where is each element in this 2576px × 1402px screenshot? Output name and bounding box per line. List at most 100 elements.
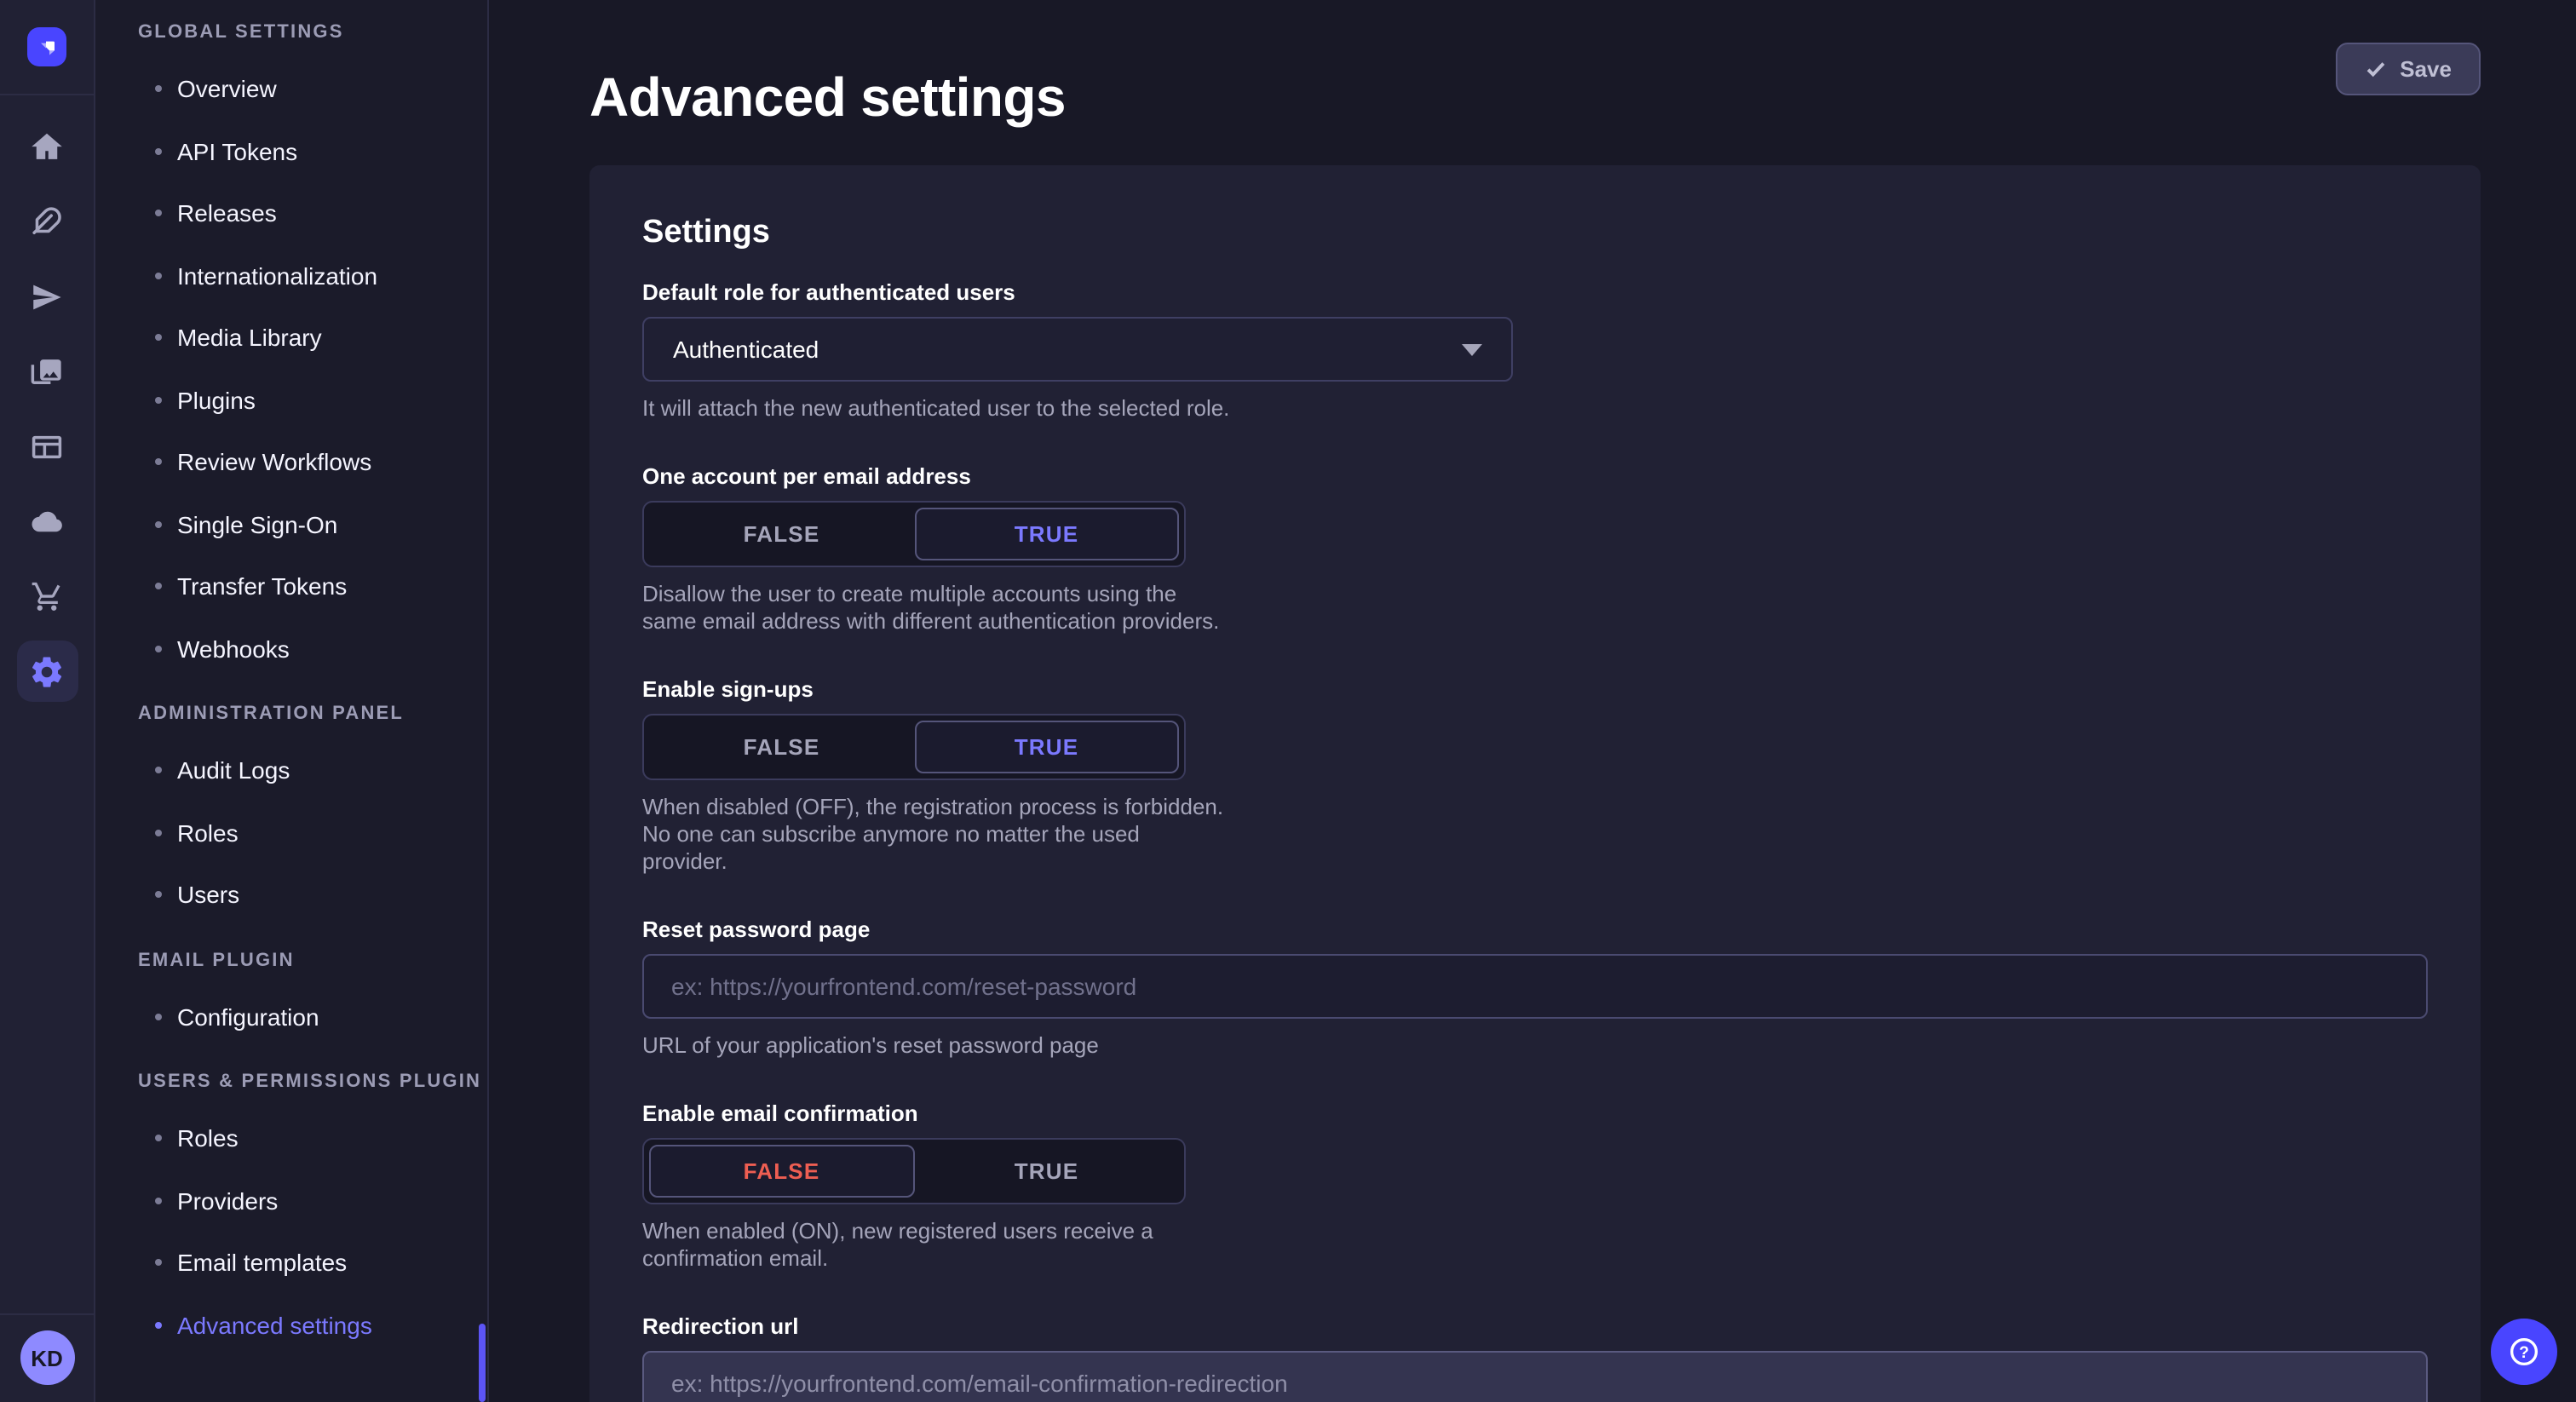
- toggle-option-enable-email-confirmation-false[interactable]: FALSE: [649, 1145, 914, 1198]
- rail-layout-icon[interactable]: [9, 409, 84, 484]
- field-hint-reset-password-page: URL of your application's reset password…: [642, 1032, 2428, 1060]
- sidebar-item-roles[interactable]: Roles: [138, 802, 487, 864]
- cart-icon: [29, 578, 65, 614]
- select-default-role[interactable]: Authenticated: [642, 317, 1513, 382]
- strapi-logo-icon[interactable]: [27, 27, 66, 66]
- sidebar-item-label: Review Workflows: [177, 449, 371, 476]
- bullet-icon: [155, 86, 162, 93]
- rail-feather-icon[interactable]: [9, 184, 84, 259]
- sidebar-item-plugins[interactable]: Plugins: [138, 369, 487, 431]
- rail-cloud-icon[interactable]: [9, 484, 84, 559]
- bullet-icon: [155, 210, 162, 217]
- sidebar-item-label: Plugins: [177, 387, 256, 414]
- save-button-label: Save: [2400, 56, 2452, 82]
- field-redirection-url: Redirection url: [642, 1313, 2428, 1402]
- feather-icon: [29, 204, 65, 239]
- sidebar-item-users[interactable]: Users: [138, 864, 487, 926]
- main-nav-rail: KD: [0, 0, 95, 1402]
- toggle-option-enable-sign-ups-false[interactable]: FALSE: [649, 721, 914, 773]
- nav-list: Overview API Tokens Releases Internationali…: [138, 58, 487, 680]
- bullet-icon: [155, 335, 162, 342]
- sidebar-item-configuration[interactable]: Configuration: [138, 985, 487, 1048]
- toggle-option-enable-email-confirmation-true[interactable]: TRUE: [914, 1145, 1179, 1198]
- sidebar-item-audit-logs[interactable]: Audit Logs: [138, 739, 487, 802]
- avatar[interactable]: KD: [20, 1330, 74, 1385]
- logo-container: [0, 0, 95, 95]
- field-hint-enable-sign-ups: When disabled (OFF), the registration pr…: [642, 794, 1225, 876]
- field-one-account-per-email: One account per email addressFALSETRUEDi…: [642, 463, 2428, 635]
- sidebar-item-transfer-tokens[interactable]: Transfer Tokens: [138, 555, 487, 618]
- settings-fields: Default role for authenticated usersAuth…: [642, 279, 2428, 1402]
- sidebar-item-label: Webhooks: [177, 635, 290, 663]
- nav-section-heading: USERS & PERMISSIONS PLUGIN: [138, 1072, 487, 1092]
- field-hint-enable-email-confirmation: When enabled (ON), new registered users …: [642, 1218, 1225, 1273]
- svg-text:?: ?: [2519, 1344, 2529, 1362]
- home-icon: [29, 129, 65, 164]
- help-button[interactable]: ?: [2491, 1319, 2557, 1385]
- bullet-icon: [155, 273, 162, 279]
- sidebar-item-email-templates[interactable]: Email templates: [138, 1232, 487, 1294]
- toggle-option-enable-sign-ups-true[interactable]: TRUE: [914, 721, 1179, 773]
- sidebar-item-roles[interactable]: Roles: [138, 1107, 487, 1169]
- sidebar-item-label: Transfer Tokens: [177, 573, 347, 600]
- toggle-option-one-account-per-email-true[interactable]: TRUE: [914, 508, 1179, 560]
- field-reset-password-page: Reset password pageURL of your applicati…: [642, 916, 2428, 1060]
- save-button[interactable]: Save: [2335, 43, 2481, 95]
- toggle-one-account-per-email: FALSETRUE: [642, 501, 1186, 567]
- chevron-down-icon: [1462, 343, 1482, 355]
- toggle-enable-email-confirmation: FALSETRUE: [642, 1138, 1186, 1204]
- sidebar-item-label: Roles: [177, 819, 239, 847]
- sidebar-item-overview[interactable]: Overview: [138, 58, 487, 120]
- bullet-icon: [155, 1014, 162, 1020]
- app-window: KD GLOBAL SETTINGSOverviewAPI TokensRele…: [0, 0, 2576, 1402]
- toggle-option-one-account-per-email-false[interactable]: FALSE: [649, 508, 914, 560]
- sidebar-item-internationalization[interactable]: Internationalization: [138, 244, 487, 307]
- rail-home-icon[interactable]: [9, 109, 84, 184]
- field-hint-one-account-per-email: Disallow the user to create multiple acc…: [642, 581, 1225, 635]
- input-reset-password-page[interactable]: [642, 954, 2428, 1019]
- rail-media-library-icon[interactable]: [9, 334, 84, 409]
- sidebar-item-single-sign-on[interactable]: Single Sign-On: [138, 493, 487, 555]
- sidebar-item-releases[interactable]: Releases: [138, 182, 487, 244]
- rail-gear-icon[interactable]: [16, 641, 78, 702]
- sidebar-item-providers[interactable]: Providers: [138, 1169, 487, 1232]
- bullet-icon: [155, 767, 162, 774]
- sidebar-item-label: API Tokens: [177, 138, 297, 165]
- bullet-icon: [155, 397, 162, 404]
- sidebar-item-label: Internationalization: [177, 262, 377, 290]
- bullet-icon: [155, 521, 162, 528]
- bullet-icon: [155, 892, 162, 899]
- input-redirection-url[interactable]: [642, 1351, 2428, 1402]
- settings-nav-sections: GLOBAL SETTINGSOverviewAPI TokensRelease…: [95, 0, 487, 1356]
- bullet-icon: [155, 1198, 162, 1204]
- page-title: Advanced settings: [589, 66, 2481, 129]
- cloud-icon: [29, 503, 65, 539]
- sidebar-item-label: Roles: [177, 1125, 239, 1152]
- sidebar-item-label: Advanced settings: [177, 1312, 372, 1339]
- sidebar-item-label: Media Library: [177, 325, 322, 352]
- paper-plane-icon: [29, 279, 65, 314]
- bullet-icon: [155, 459, 162, 466]
- nav-list: Configuration: [138, 985, 487, 1048]
- sidebar-item-label: Email templates: [177, 1250, 347, 1277]
- toggle-enable-sign-ups: FALSETRUE: [642, 714, 1186, 780]
- sidebar-item-label: Users: [177, 882, 239, 909]
- check-icon: [2364, 58, 2386, 80]
- bullet-icon: [155, 1322, 162, 1329]
- sidebar-item-advanced-settings[interactable]: Advanced settings: [138, 1294, 487, 1356]
- field-enable-email-confirmation: Enable email confirmationFALSETRUEWhen e…: [642, 1100, 2428, 1273]
- bullet-icon: [155, 830, 162, 836]
- rail-paper-plane-icon[interactable]: [9, 259, 84, 334]
- bullet-icon: [155, 583, 162, 590]
- sidebar-item-review-workflows[interactable]: Review Workflows: [138, 431, 487, 493]
- subnav-scrollbar-thumb[interactable]: [479, 1324, 486, 1402]
- nav-list: Audit Logs Roles Users: [138, 739, 487, 926]
- sidebar-item-media-library[interactable]: Media Library: [138, 307, 487, 369]
- sidebar-item-label: Providers: [177, 1187, 278, 1215]
- sidebar-item-label: Releases: [177, 200, 277, 227]
- nav-list: Roles Providers Email templates Advanced se…: [138, 1107, 487, 1356]
- nav-section-heading: EMAIL PLUGIN: [138, 950, 487, 970]
- sidebar-item-api-tokens[interactable]: API Tokens: [138, 120, 487, 182]
- rail-cart-icon[interactable]: [9, 559, 84, 634]
- sidebar-item-webhooks[interactable]: Webhooks: [138, 618, 487, 680]
